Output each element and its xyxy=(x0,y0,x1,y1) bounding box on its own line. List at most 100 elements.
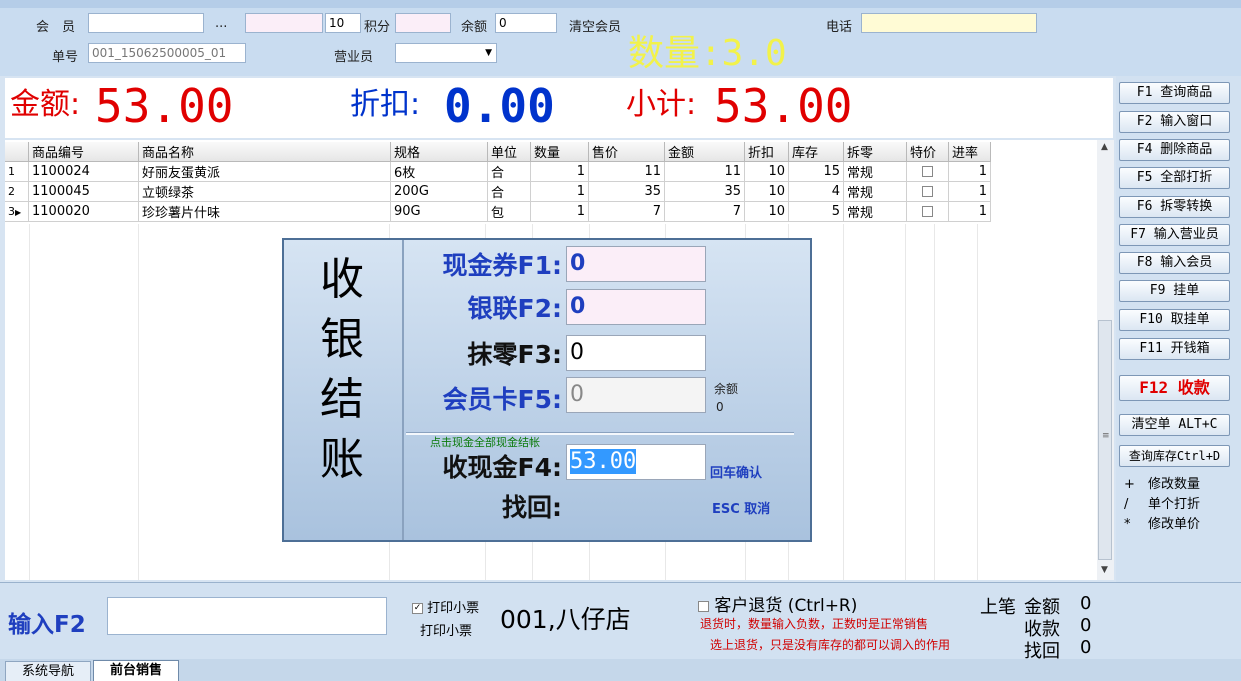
input-window-button[interactable]: F2 输入窗口 xyxy=(1119,111,1230,133)
item-price[interactable]: 11 xyxy=(588,161,665,182)
item-code: 1100020 xyxy=(28,201,139,222)
open-cash-drawer-button[interactable]: F11 开钱箱 xyxy=(1119,338,1230,360)
checkout-dialog: 收 银 结 账 现金券F1: 0 银联F2: 0 抹零F3: 0 会员卡F5: … xyxy=(282,238,812,542)
scrollbar-thumb[interactable]: ≡ xyxy=(1098,320,1112,560)
salesperson-select[interactable]: ▼ xyxy=(395,43,497,63)
input-salesperson-button[interactable]: F7 输入营业员 xyxy=(1119,224,1230,246)
table-row[interactable]: 1 1100024 好丽友蛋黄派 6枚 合 1 11 11 10 15 常规 1 xyxy=(5,161,991,182)
hint-key: * xyxy=(1124,517,1131,532)
points-value-field[interactable] xyxy=(395,13,451,33)
column-header[interactable]: 商品名称 xyxy=(138,142,391,162)
item-name: 立顿绿茶 xyxy=(138,181,391,202)
store-name: 001,八仔店 xyxy=(500,605,631,634)
special-checkbox[interactable] xyxy=(922,206,933,217)
order-no-field[interactable]: 001_15062500005_01 xyxy=(88,43,246,63)
delete-product-button[interactable]: F4 删除商品 xyxy=(1119,139,1230,161)
special-checkbox-cell xyxy=(906,161,949,182)
item-code: 1100045 xyxy=(28,181,139,202)
esc-cancel-hint[interactable]: ESC 取消 xyxy=(712,498,770,517)
item-qty[interactable]: 1 xyxy=(530,181,589,202)
column-header[interactable]: 数量 xyxy=(530,142,589,162)
item-stock: 15 xyxy=(788,161,844,182)
item-spec: 200G xyxy=(390,181,488,202)
column-header[interactable]: 规格 xyxy=(390,142,488,162)
shortcut-hints: + 修改数量 / 单个打折 * 修改单价 xyxy=(1124,475,1200,535)
table-row[interactable]: 2 1100045 立顿绿茶 200G 合 1 35 35 10 4 常规 1 xyxy=(5,181,991,202)
item-unit: 包 xyxy=(487,201,531,222)
retrieve-order-button[interactable]: F10 取挂单 xyxy=(1119,309,1230,331)
tab-system-nav[interactable]: 系统导航 xyxy=(5,661,91,681)
print-receipt-label: 打印小票 xyxy=(427,601,480,616)
customer-return-checkbox[interactable] xyxy=(698,600,709,612)
barcode-input[interactable] xyxy=(107,597,387,635)
scroll-up-icon[interactable]: ▲ xyxy=(1101,142,1108,152)
points-field[interactable]: 10 xyxy=(325,13,361,33)
column-header[interactable]: 特价 xyxy=(906,142,949,162)
rounding-input[interactable]: 0 xyxy=(566,335,706,371)
item-discount[interactable]: 10 xyxy=(744,161,789,182)
balance-field[interactable]: 0 xyxy=(495,13,557,33)
clear-order-button[interactable]: 清空单 ALT+C xyxy=(1119,414,1230,436)
item-discount[interactable]: 10 xyxy=(744,181,789,202)
order-no-label: 单号 xyxy=(52,50,79,65)
query-product-button[interactable]: F1 查询商品 xyxy=(1119,82,1230,104)
header-bar xyxy=(0,0,1241,76)
amount-label: 金额: xyxy=(10,87,81,122)
phone-input[interactable] xyxy=(861,13,1037,33)
voucher-input[interactable]: 0 xyxy=(566,246,706,282)
phone-label: 电话 xyxy=(826,20,853,35)
scroll-down-icon[interactable]: ▼ xyxy=(1101,565,1108,575)
query-stock-button[interactable]: 查询库存Ctrl+D xyxy=(1119,445,1230,467)
member-input[interactable] xyxy=(88,13,204,33)
column-header[interactable]: 单位 xyxy=(487,142,531,162)
print-receipt-option[interactable]: ✓ 打印小票 xyxy=(412,597,479,616)
member-card-input[interactable]: 0 xyxy=(566,377,706,413)
special-checkbox[interactable] xyxy=(922,166,933,177)
member-name-field[interactable] xyxy=(245,13,323,33)
unionpay-input[interactable]: 0 xyxy=(566,289,706,325)
column-header[interactable]: 进率 xyxy=(948,142,991,162)
tab-front-sales[interactable]: 前台销售 xyxy=(93,660,179,681)
print-receipt-checkbox[interactable]: ✓ xyxy=(412,603,423,614)
checkout-button[interactable]: F12 收款 xyxy=(1119,375,1230,401)
table-row[interactable]: 3▶ 1100020 珍珍薯片什味 90G 包 1 7 7 10 5 常规 1 xyxy=(5,201,991,222)
item-split: 常规 xyxy=(843,161,907,182)
change-label: 找回: xyxy=(502,493,562,522)
member-lookup-button[interactable]: ... xyxy=(215,16,227,31)
dialog-divider xyxy=(402,240,404,540)
item-stock: 4 xyxy=(788,181,844,202)
item-rate: 1 xyxy=(948,181,991,202)
chevron-down-icon: ▼ xyxy=(485,48,492,58)
split-convert-button[interactable]: F6 拆零转换 xyxy=(1119,196,1230,218)
input-member-button[interactable]: F8 输入会员 xyxy=(1119,252,1230,274)
item-price[interactable]: 7 xyxy=(588,201,665,222)
hint-text: 修改数量 xyxy=(1148,477,1201,492)
row-number: 2 xyxy=(5,181,29,202)
item-qty[interactable]: 1 xyxy=(530,201,589,222)
column-header[interactable]: 拆零 xyxy=(843,142,907,162)
hold-order-button[interactable]: F9 挂单 xyxy=(1119,280,1230,302)
discount-all-button[interactable]: F5 全部打折 xyxy=(1119,167,1230,189)
column-header[interactable]: 商品编号 xyxy=(28,142,139,162)
input-f2-label: 输入F2 xyxy=(8,612,86,638)
points-label: 积分 xyxy=(364,20,391,35)
column-header[interactable]: 折扣 xyxy=(744,142,789,162)
grip-icon: ≡ xyxy=(1102,431,1110,441)
item-price[interactable]: 35 xyxy=(588,181,665,202)
column-header[interactable]: 售价 xyxy=(588,142,665,162)
cash-input[interactable]: 53.00 xyxy=(566,444,706,480)
vertical-scrollbar[interactable]: ▲ ≡ ▼ xyxy=(1097,140,1114,580)
current-row-arrow-icon: ▶ xyxy=(15,208,22,217)
clear-member-button[interactable]: 清空会员 xyxy=(569,16,621,35)
subtotal-value: 53.00 xyxy=(714,79,853,133)
grid-header-row: 商品编号 商品名称 规格 单位 数量 售价 金额 折扣 库存 拆零 特价 进率 xyxy=(5,142,991,162)
item-qty[interactable]: 1 xyxy=(530,161,589,182)
column-header[interactable]: 库存 xyxy=(788,142,844,162)
column-header[interactable]: 金额 xyxy=(664,142,745,162)
special-checkbox[interactable] xyxy=(922,186,933,197)
customer-return-option[interactable]: 客户退货 (Ctrl+R) xyxy=(698,591,857,616)
item-discount[interactable]: 10 xyxy=(744,201,789,222)
item-unit: 合 xyxy=(487,181,531,202)
row-number-text: 3 xyxy=(8,205,15,218)
hint-key: + xyxy=(1124,477,1135,492)
